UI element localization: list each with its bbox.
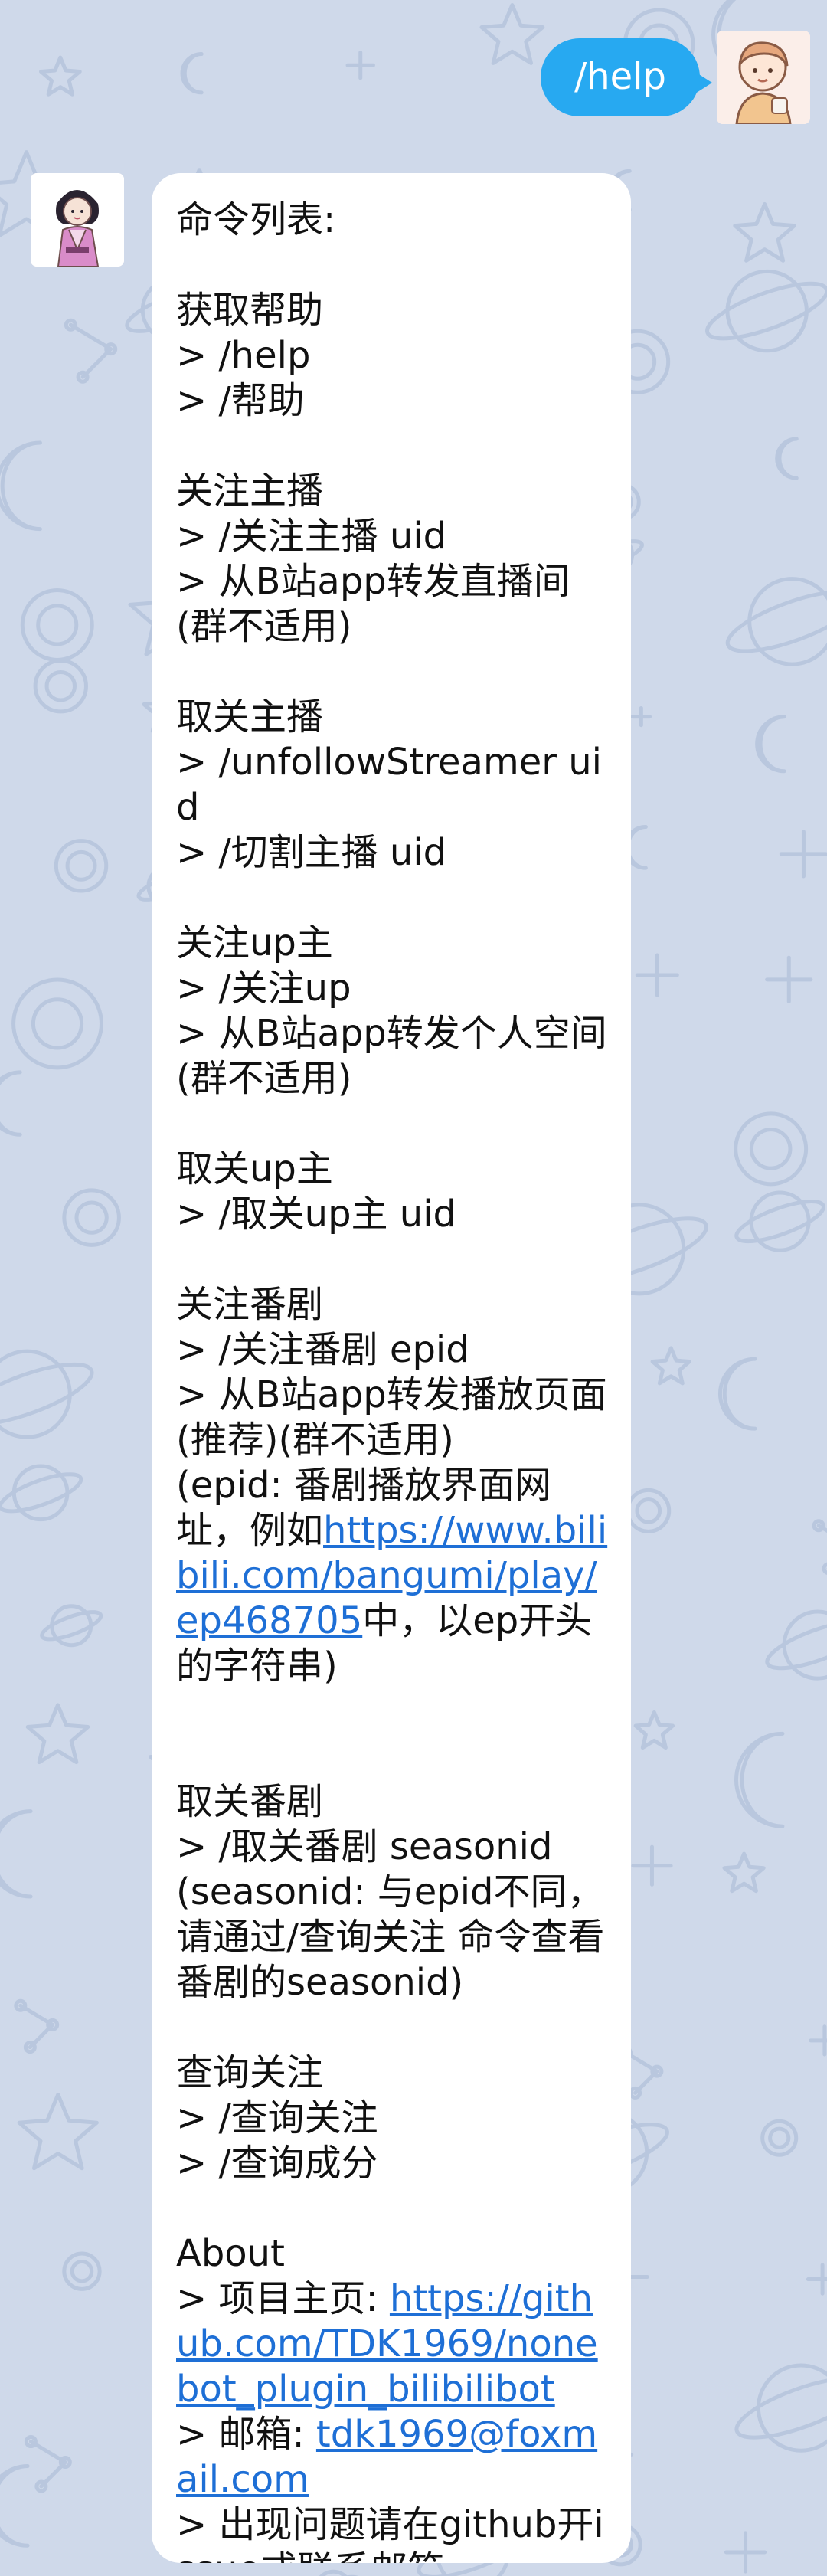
incoming-bubble[interactable]: 命令列表: 获取帮助 > /help > /帮助 关注主播 > /关注主播 ui…	[152, 173, 631, 2563]
outgoing-bubble[interactable]: /help	[541, 38, 712, 116]
bot-avatar[interactable]	[31, 173, 124, 267]
user-avatar[interactable]	[717, 31, 810, 124]
bot-avatar-image	[31, 173, 124, 267]
message-text-4: > 出现问题请在github开issue或联系邮箱	[176, 2503, 604, 2563]
outgoing-message[interactable]: /help	[541, 31, 810, 124]
message-text-1: 命令列表: 获取帮助 > /help > /帮助 关注主播 > /关注主播 ui…	[176, 198, 607, 1552]
message-text-3: > 邮箱:	[176, 2413, 305, 2456]
incoming-message[interactable]: 命令列表: 获取帮助 > /help > /帮助 关注主播 > /关注主播 ui…	[31, 173, 631, 2563]
user-avatar-image	[717, 31, 810, 124]
message-text-2: 中，以ep开头的字符串) 取关番剧 > /取关番剧 seasonid (seas…	[176, 1599, 605, 2320]
